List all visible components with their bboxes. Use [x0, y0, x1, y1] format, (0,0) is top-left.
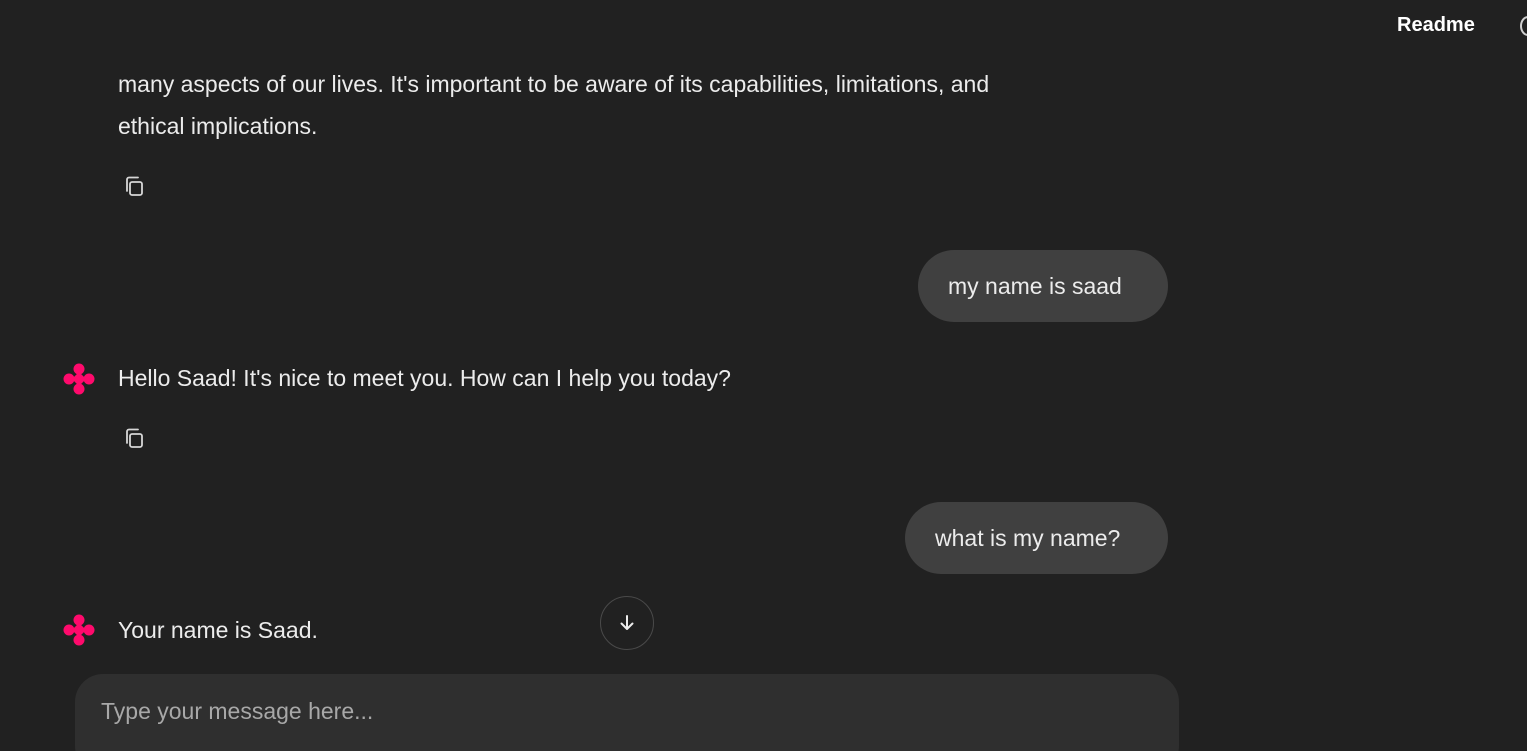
chat-page: Readme many aspects of our lives. It's i… [0, 0, 1527, 751]
assistant-logo-icon [61, 612, 97, 648]
copy-icon[interactable] [121, 173, 151, 203]
user-message-bubble: my name is saad [918, 250, 1168, 322]
copy-icon[interactable] [121, 425, 151, 455]
settings-icon[interactable] [1520, 16, 1527, 36]
message-line: many aspects of our lives. It's importan… [118, 71, 990, 97]
arrow-down-icon [620, 615, 634, 630]
message-line: ethical implications. [118, 113, 318, 139]
assistant-logo-icon [61, 361, 97, 397]
readme-link[interactable]: Readme [1397, 14, 1475, 37]
assistant-message-text: Hello Saad! It's nice to meet you. How c… [118, 365, 731, 391]
message-composer [75, 674, 1179, 751]
message-input[interactable] [99, 692, 1153, 730]
scroll-to-bottom-button[interactable] [600, 596, 654, 650]
user-message-bubble: what is my name? [905, 502, 1168, 574]
assistant-message-text: many aspects of our lives. It's importan… [118, 63, 1138, 147]
